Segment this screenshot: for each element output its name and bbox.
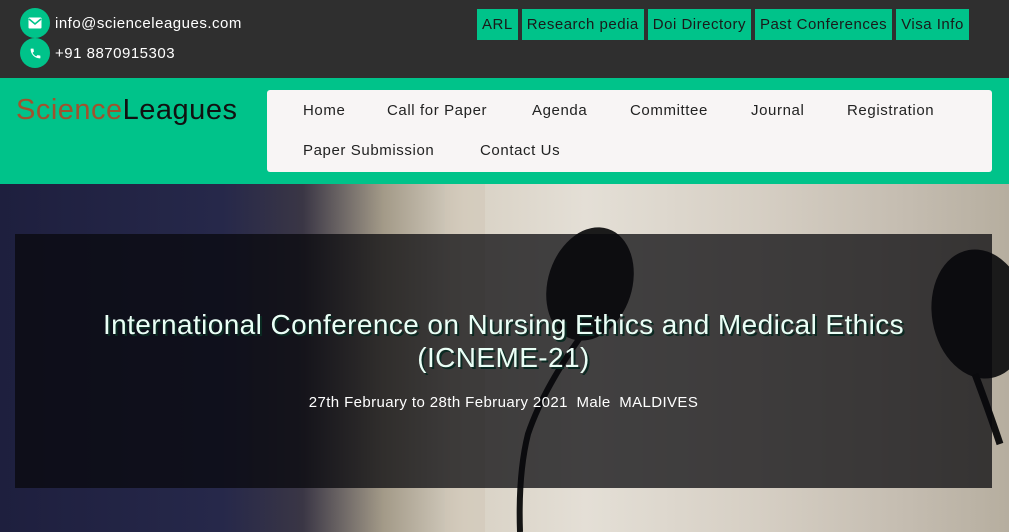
phone-icon — [20, 38, 50, 68]
nav-home[interactable]: Home — [303, 102, 345, 119]
site-logo[interactable]: ScienceLeagues — [16, 94, 237, 127]
nav-registration[interactable]: Registration — [847, 102, 934, 119]
main-nav: Home Call for Paper Agenda Committee Jou… — [267, 90, 992, 172]
logo-part-leagues: Leagues — [122, 94, 238, 126]
nav-agenda[interactable]: Agenda — [532, 102, 587, 119]
top-link-past-conferences[interactable]: Past Conferences — [754, 9, 893, 40]
contact-phone-text[interactable]: +91 8870915303 — [55, 45, 175, 62]
top-links: ARL Research pedia Doi Directory Past Co… — [477, 9, 969, 40]
nav-paper-submission[interactable]: Paper Submission — [303, 142, 434, 159]
conference-title-line2: (ICNEME-21) — [417, 342, 590, 373]
logo-part-science: Science — [16, 94, 123, 126]
nav-committee[interactable]: Committee — [630, 102, 708, 119]
conference-title: International Conference on Nursing Ethi… — [15, 308, 992, 374]
conference-city: Male — [576, 394, 611, 411]
hero-banner: International Conference on Nursing Ethi… — [0, 184, 1009, 532]
contact-email-text[interactable]: info@scienceleagues.com — [55, 15, 242, 32]
envelope-icon — [20, 8, 50, 38]
nav-contact-us[interactable]: Contact Us — [480, 142, 560, 159]
top-link-research-pedia[interactable]: Research pedia — [521, 9, 644, 40]
conference-dates: 27th February to 28th February 2021 — [308, 394, 568, 411]
nav-call-for-paper[interactable]: Call for Paper — [387, 102, 487, 119]
site-header: ScienceLeagues Home Call for Paper Agend… — [0, 78, 1009, 184]
nav-journal[interactable]: Journal — [751, 102, 804, 119]
top-link-arl[interactable]: ARL — [477, 9, 518, 40]
contact-phone[interactable]: +91 8870915303 — [20, 38, 175, 68]
top-link-doi-directory[interactable]: Doi Directory — [647, 9, 751, 40]
conference-details: 27th February to 28th February 2021 Male… — [15, 394, 992, 411]
conference-country: MALDIVES — [619, 394, 699, 411]
top-bar: info@scienceleagues.com +91 8870915303 A… — [0, 0, 1009, 78]
contact-email[interactable]: info@scienceleagues.com — [20, 8, 242, 38]
top-link-visa-info[interactable]: Visa Info — [896, 9, 969, 40]
conference-title-line1: International Conference on Nursing Ethi… — [102, 309, 905, 340]
